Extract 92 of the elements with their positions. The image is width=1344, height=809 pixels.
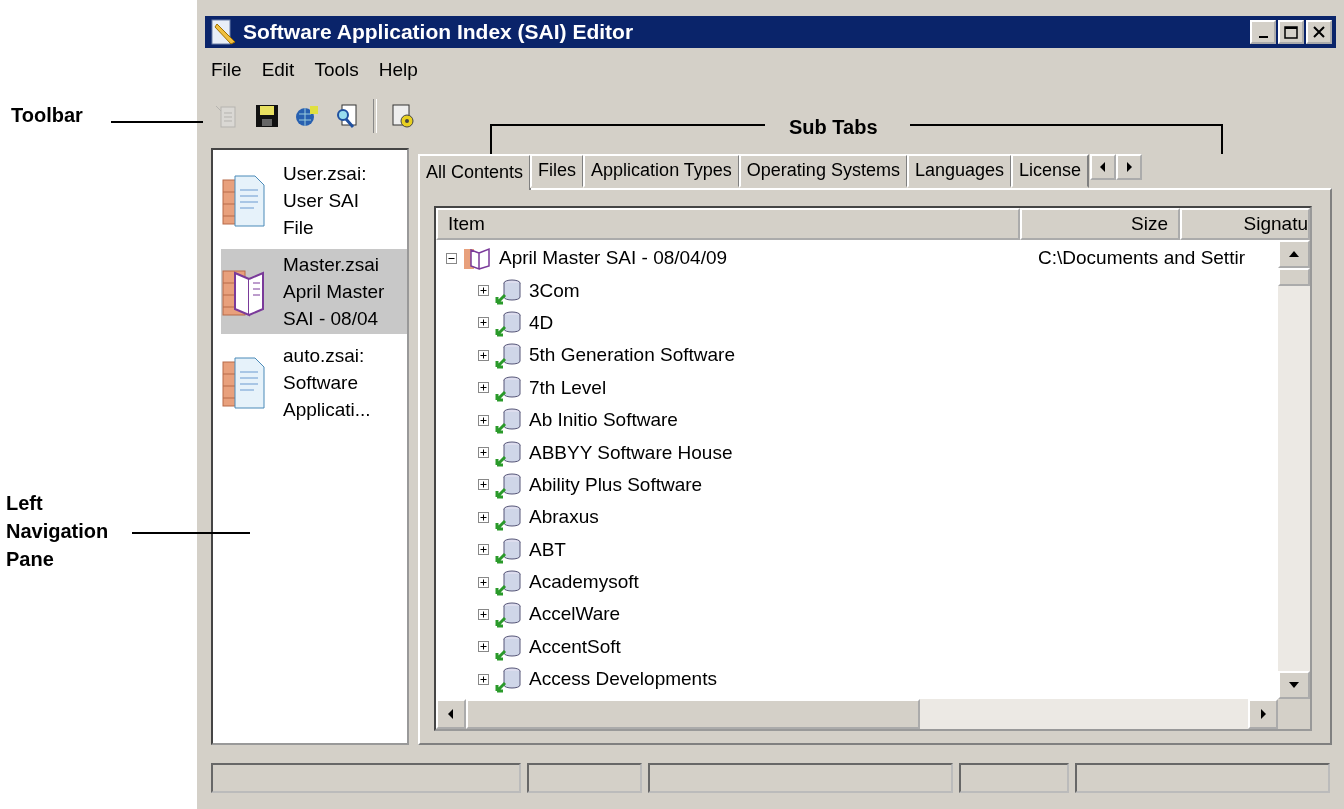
scroll-left-button[interactable]	[436, 699, 466, 729]
nav-item-label: Master.zsai April Master SAI - 08/04	[283, 253, 386, 331]
maximize-icon	[1284, 25, 1298, 39]
database-arrow-icon	[495, 341, 523, 370]
cabinet-document-icon	[221, 355, 267, 410]
caret-right-icon	[1125, 161, 1134, 173]
database-arrow-icon	[495, 406, 523, 435]
close-icon	[1313, 26, 1325, 38]
menu-item[interactable]: File	[211, 59, 242, 81]
expand-icon[interactable]	[478, 576, 489, 588]
gear-document-icon[interactable]	[389, 102, 417, 130]
collapse-icon[interactable]	[446, 252, 457, 264]
expand-icon[interactable]	[478, 544, 489, 556]
tree-item-label[interactable]: Ability Plus Software	[529, 473, 703, 496]
tree-item-label[interactable]: AccentSoft	[529, 635, 621, 658]
caret-right-icon	[1259, 708, 1267, 720]
minimize-icon	[1258, 35, 1268, 38]
caret-left-icon	[447, 708, 455, 720]
scroll-down-button[interactable]	[1278, 671, 1310, 699]
column-header[interactable]: Item	[436, 208, 1020, 240]
tree-item-label[interactable]: AccelWare	[529, 603, 621, 626]
database-arrow-icon	[495, 308, 523, 337]
window-title: Software Application Index (SAI) Editor	[243, 20, 635, 44]
callout-label: Sub Tabs	[789, 115, 878, 140]
menu-item[interactable]: Tools	[314, 59, 359, 81]
database-arrow-icon	[495, 600, 523, 629]
database-arrow-icon	[495, 568, 523, 597]
scrollbar-thumb[interactable]	[1278, 268, 1310, 286]
book-icon	[463, 245, 493, 272]
tree-item-label[interactable]: ABT	[529, 538, 566, 561]
scrollbar-thumb[interactable]	[466, 699, 920, 729]
tab[interactable]: License	[1011, 154, 1090, 188]
expand-icon[interactable]	[478, 285, 489, 297]
scroll-up-button[interactable]	[1278, 240, 1310, 268]
menu-item[interactable]: Help	[378, 59, 418, 81]
expand-icon[interactable]	[478, 317, 489, 329]
scroll-left-button[interactable]	[1090, 154, 1117, 180]
database-arrow-icon	[495, 535, 523, 564]
database-arrow-icon	[495, 373, 523, 402]
tab[interactable]: Operating Systems	[738, 154, 908, 188]
tree-item-label[interactable]: 5th Generation Software	[529, 344, 735, 367]
caret-down-icon	[1288, 681, 1300, 689]
scroll-right-button[interactable]	[1248, 699, 1278, 729]
tree-item-label[interactable]: Ab Initio Software	[529, 409, 678, 432]
nav-item[interactable]: User.zsai: User SAI File	[221, 158, 407, 243]
database-arrow-icon	[495, 632, 523, 661]
vertical-scrollbar[interactable]	[1278, 240, 1310, 699]
expand-icon[interactable]	[478, 349, 489, 361]
table-cell-text: C:\Documents and Settir	[1037, 247, 1245, 270]
column-header[interactable]: Signatu	[1180, 208, 1310, 240]
expand-icon[interactable]	[478, 414, 489, 426]
tab[interactable]: All Contents	[418, 154, 532, 190]
callout-label: Toolbar	[11, 103, 83, 128]
expand-icon[interactable]	[478, 479, 489, 491]
nav-item[interactable]: Master.zsai April Master SAI - 08/04	[221, 249, 407, 334]
tree-item-label[interactable]: Abraxus	[529, 506, 599, 529]
tree-item-label[interactable]: 4D	[529, 311, 554, 334]
database-arrow-icon	[495, 665, 523, 694]
nav-item-label: User.zsai: User SAI File	[283, 162, 368, 240]
tree-item-label[interactable]: Access Developments	[529, 668, 717, 691]
expand-icon[interactable]	[478, 609, 489, 620]
tab[interactable]: Files	[530, 154, 585, 188]
database-arrow-icon	[495, 503, 523, 532]
minimize-button[interactable]	[1250, 20, 1276, 44]
tree-item-label[interactable]: ABBYY Software House	[529, 441, 733, 464]
column-header[interactable]: Size	[1020, 208, 1180, 240]
close-button[interactable]	[1306, 20, 1332, 44]
expand-icon[interactable]	[478, 447, 489, 459]
tab[interactable]: Application Types	[583, 154, 740, 188]
database-arrow-icon	[495, 276, 523, 305]
tree-item-label[interactable]: Academysoft	[529, 571, 639, 594]
expand-icon[interactable]	[478, 511, 489, 523]
tree-item-label[interactable]: 3Com	[529, 279, 580, 302]
expand-icon[interactable]	[478, 382, 489, 394]
caret-left-icon	[1099, 161, 1108, 173]
horizontal-scrollbar[interactable]	[436, 699, 1310, 729]
cabinet-document-icon	[221, 173, 267, 228]
menu-item[interactable]: Edit	[261, 59, 295, 81]
tree-item-label[interactable]: 7th Level	[529, 376, 607, 399]
database-arrow-icon	[495, 438, 523, 467]
scroll-right-button[interactable]	[1116, 154, 1143, 180]
expand-icon[interactable]	[478, 673, 489, 685]
nav-item-label: auto.zsai: Software Applicati...	[283, 344, 372, 422]
maximize-button[interactable]	[1278, 20, 1304, 44]
callout-label: Left Navigation Pane	[6, 491, 110, 572]
nav-item[interactable]: auto.zsai: Software Applicati...	[221, 340, 407, 425]
database-arrow-icon	[495, 470, 523, 499]
caret-up-icon	[1288, 250, 1300, 258]
expand-icon[interactable]	[478, 641, 489, 653]
tab[interactable]: Languages	[906, 154, 1012, 188]
scrollbar-corner	[1278, 699, 1310, 729]
tree-item-label[interactable]: April Master SAI - 08/04/09	[499, 247, 728, 270]
